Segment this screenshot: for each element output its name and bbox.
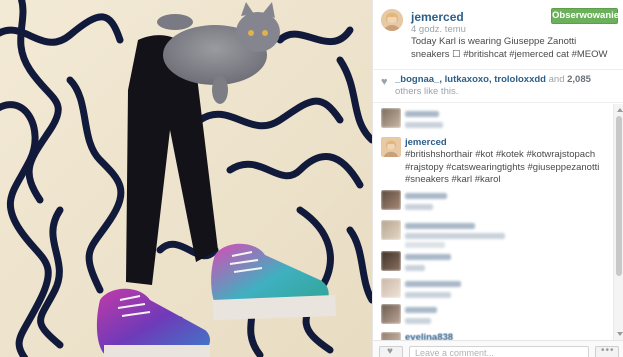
blurred-comment-text	[405, 122, 443, 128]
likes-users[interactable]: _bognaa_, lutkaxoxo, trololoxxdd	[395, 74, 546, 85]
heart-icon: ♥	[381, 76, 388, 88]
commenter-avatar[interactable]	[381, 220, 401, 240]
comment-username[interactable]: evelina838	[405, 332, 453, 340]
blurred-comment-text	[405, 292, 451, 298]
blurred-comment-text	[405, 242, 445, 248]
blurred-comment-text	[405, 318, 431, 324]
blurred-comment-text	[405, 233, 505, 239]
comment-item	[373, 251, 613, 277]
post-caption: Today Karl is wearing Giuseppe Zanotti s…	[411, 36, 608, 60]
likes-section: ♥ _bognaa_, lutkaxoxo, trololoxxdd and 2…	[373, 70, 623, 103]
blurred-comment-text	[405, 204, 433, 210]
blurred-username	[405, 111, 439, 117]
comments-list: jemerced #britishshorthair #kot #kotek #…	[373, 104, 613, 340]
comment-text: #britishshorthair #kot #kotek #kotwrajst…	[405, 149, 600, 185]
comment-item	[373, 190, 613, 218]
post-header: jemerced 4 godz. temu Today Karl is wear…	[373, 0, 623, 70]
commenter-avatar[interactable]	[381, 332, 401, 340]
blurred-username	[405, 223, 475, 229]
like-button[interactable]: ♥	[379, 346, 403, 357]
comment-item: evelina838	[373, 332, 613, 340]
more-options-button[interactable]: •••	[595, 345, 619, 357]
comment-username[interactable]: jemerced	[405, 137, 447, 148]
commenter-avatar[interactable]	[381, 108, 401, 128]
post-side-panel: jemerced 4 godz. temu Today Karl is wear…	[372, 0, 623, 357]
comment-item	[373, 108, 613, 134]
comment-item	[373, 220, 613, 250]
blurred-username	[405, 307, 437, 313]
post-photo[interactable]	[0, 0, 372, 357]
comment-item	[373, 304, 613, 330]
comment-bar: ♥ •••	[373, 340, 623, 357]
commenter-avatar[interactable]	[381, 190, 401, 210]
commenter-avatar[interactable]	[381, 251, 401, 271]
likes-suffix: others like this.	[395, 86, 459, 97]
comment-input[interactable]	[409, 346, 589, 357]
blurred-comment-text	[405, 265, 425, 271]
owner-username[interactable]: jemerced	[411, 10, 464, 24]
likes-text: _bognaa_, lutkaxoxo, trololoxxdd and 2,0…	[395, 74, 617, 98]
likes-connector: and	[548, 74, 565, 85]
commenter-avatar[interactable]	[381, 278, 401, 298]
like-heart-icon: ♥	[387, 346, 393, 357]
blurred-username	[405, 254, 451, 260]
post-timestamp[interactable]: 4 godz. temu	[411, 24, 466, 35]
scroll-up-arrow-icon[interactable]	[617, 108, 623, 112]
blurred-username	[405, 281, 461, 287]
more-options-icon: •••	[601, 345, 615, 356]
follow-button[interactable]: Obserwowanie	[551, 8, 619, 24]
comment-item: jemerced #britishshorthair #kot #kotek #…	[373, 137, 613, 189]
commenter-avatar[interactable]	[381, 137, 401, 157]
likes-count[interactable]: 2,085	[567, 74, 591, 85]
comments-scrollbar[interactable]	[613, 104, 623, 340]
comment-item	[373, 278, 613, 304]
scroll-thumb[interactable]	[616, 116, 622, 276]
cat-photo-image	[0, 0, 372, 357]
scroll-down-arrow-icon[interactable]	[617, 332, 623, 336]
commenter-avatar[interactable]	[381, 304, 401, 324]
blurred-username	[405, 193, 447, 199]
owner-avatar[interactable]	[381, 9, 403, 31]
